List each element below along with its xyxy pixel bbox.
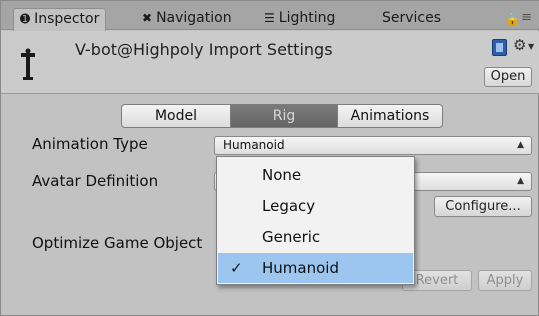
tab-services[interactable]: Services — [382, 8, 441, 30]
tab-model[interactable]: Model — [121, 104, 231, 128]
animation-type-dropdown: None Legacy Generic ✓ Humanoid — [216, 156, 415, 285]
tab-inspector-label: Inspector — [34, 11, 100, 27]
navigation-icon: ✖ — [142, 11, 153, 25]
animation-type-value: Humanoid — [223, 138, 285, 152]
select-arrows-icon: ▲ — [517, 140, 524, 150]
asset-title: V-bot@Highpoly Import Settings — [75, 40, 333, 59]
tab-animations[interactable]: Animations — [337, 104, 443, 128]
tab-lighting[interactable]: ☰ Lighting — [264, 8, 335, 30]
tab-inspector[interactable]: ➊ Inspector — [13, 8, 107, 31]
tab-navigation[interactable]: ✖ Navigation — [142, 8, 232, 30]
asset-header: V-bot@Highpoly Import Settings ⚙ ▼ Open — [1, 31, 539, 94]
apply-button[interactable]: Apply — [478, 270, 532, 291]
tab-services-label: Services — [382, 10, 442, 26]
animation-type-select[interactable]: Humanoid ▲ — [214, 136, 532, 155]
dropdown-option-humanoid[interactable]: ✓ Humanoid — [218, 253, 413, 283]
dropdown-option-humanoid-label: Humanoid — [262, 259, 339, 277]
dropdown-option-generic[interactable]: Generic — [218, 222, 413, 252]
configure-button[interactable]: Configure... — [434, 196, 532, 217]
tab-rig[interactable]: Rig — [230, 104, 338, 128]
chevron-down-icon: ▼ — [528, 42, 535, 51]
info-icon: ➊ — [20, 12, 31, 26]
dropdown-option-legacy[interactable]: Legacy — [218, 191, 413, 221]
animation-type-label: Animation Type — [32, 135, 148, 153]
optimize-game-object-label: Optimize Game Object — [32, 234, 203, 252]
checkmark-icon: ✓ — [230, 259, 243, 277]
inspector-window: ➊ Inspector ✖ Navigation ☰ Lighting Service… — [0, 0, 539, 316]
select-arrows-icon: ▲ — [517, 176, 524, 186]
lighting-icon: ☰ — [264, 11, 275, 25]
tab-lighting-label: Lighting — [278, 10, 336, 26]
model-asset-icon — [21, 48, 35, 80]
panel-menu-icon[interactable]: ≡ — [521, 10, 532, 25]
avatar-definition-label: Avatar Definition — [32, 172, 159, 190]
lock-icon[interactable]: 🔒 — [505, 12, 520, 26]
help-book-icon[interactable] — [492, 39, 507, 56]
tab-navigation-label: Navigation — [156, 10, 232, 26]
dropdown-option-none[interactable]: None — [218, 160, 413, 190]
open-button[interactable]: Open — [484, 67, 532, 87]
tab-bar: ➊ Inspector ✖ Navigation ☰ Lighting Service… — [1, 1, 539, 31]
gear-icon[interactable]: ⚙ — [513, 36, 526, 54]
